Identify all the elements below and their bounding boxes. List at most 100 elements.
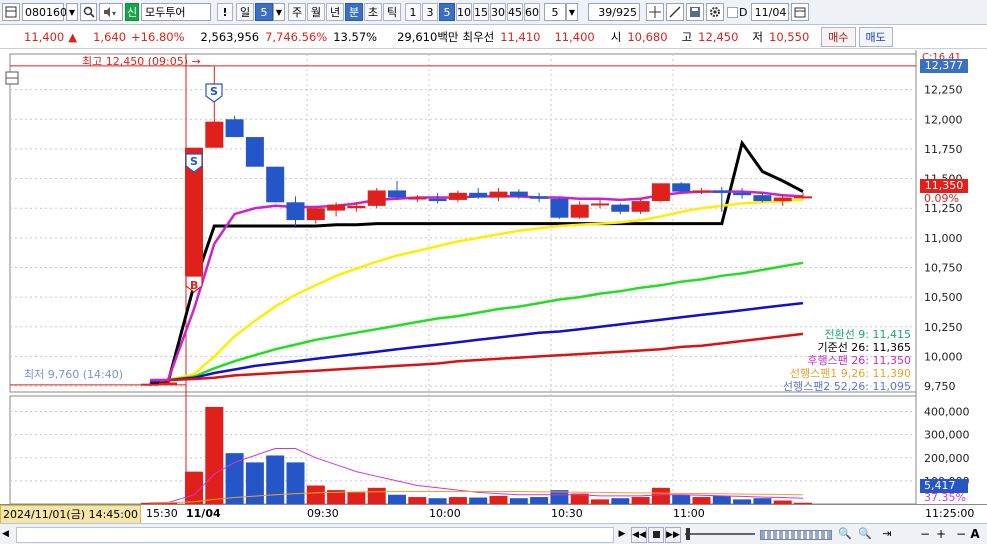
volume-tick-label: 400,000: [924, 406, 970, 419]
candle-body: [591, 203, 609, 206]
candle-body: [550, 198, 569, 218]
price-tick-label: 12,000: [924, 113, 963, 126]
scroll-left-icon[interactable]: ◀: [2, 527, 14, 541]
interval-30-button[interactable]: 30: [490, 3, 506, 21]
candle-body: [205, 121, 224, 148]
chart-config-icon[interactable]: [2, 3, 20, 21]
candle-body: [794, 196, 812, 199]
trade-amount: 29,610백만: [397, 30, 459, 44]
search-icon[interactable]: [80, 3, 97, 21]
buy-button[interactable]: 매수: [821, 27, 856, 47]
series-line: [149, 301, 804, 383]
candle-body: [753, 195, 772, 202]
price-tick-label: 11,750: [924, 143, 963, 156]
text-icon[interactable]: A: [968, 527, 982, 541]
candle-body: [266, 166, 285, 203]
code-dropdown-icon[interactable]: ▼: [66, 3, 78, 21]
candle-body: [672, 183, 691, 192]
count-input[interactable]: 5: [544, 3, 566, 21]
volume-bar: [489, 495, 508, 504]
turnover: 13.57%: [333, 30, 378, 44]
candle-body: [611, 204, 630, 212]
shrink-icon[interactable]: −: [918, 527, 932, 541]
stock-name-input[interactable]: 모두투어: [141, 3, 211, 21]
legend-entry: 후행스팬 26: 11,350: [807, 354, 911, 367]
interval-select[interactable]: 5: [255, 3, 273, 21]
nav-stop-icon[interactable]: [648, 527, 664, 543]
fit-icon[interactable]: ⇥: [880, 527, 894, 541]
sell-button[interactable]: 매도: [858, 27, 893, 47]
candle-body: [530, 196, 549, 199]
svg-text:▾: ▾: [112, 9, 116, 18]
volume-bar: [367, 487, 386, 504]
d-checkbox-label: D: [739, 5, 748, 19]
calendar-icon[interactable]: [791, 3, 810, 21]
volume-bar: [631, 497, 650, 504]
best-ask: 11,410: [500, 30, 541, 44]
interval-5-button[interactable]: 5: [439, 3, 455, 21]
axis-tick-1100: 11:00: [673, 507, 705, 520]
period-second-button[interactable]: 초: [364, 3, 382, 21]
price-tick-label: 10,250: [924, 321, 963, 334]
axis-left-date: 2024/11/01(금) 14:45:00: [0, 505, 142, 524]
zoom-in-icon[interactable]: 🔍: [858, 527, 872, 541]
series-line: [149, 261, 804, 383]
stock-code-input[interactable]: 080160: [22, 3, 67, 21]
font-size-icon[interactable]: −: [954, 527, 968, 541]
save-icon[interactable]: [686, 3, 704, 21]
price-volume-chart[interactable]: 9,75010,00010,25010,50010,75011,00011,25…: [0, 50, 987, 526]
interval-dropdown-icon[interactable]: ▼: [273, 3, 285, 21]
candle-body: [428, 198, 447, 202]
candle-body: [712, 190, 731, 193]
period-tick-button[interactable]: 틱: [383, 3, 401, 21]
quote-info-bar: 11,400 ▲ 1,640 +16.80% 2,563,956 7,746.5…: [0, 26, 987, 49]
interval-3-button[interactable]: 3: [422, 3, 438, 21]
volume: 2,563,956: [200, 30, 260, 44]
chart-scrollbar[interactable]: ◀ ▶ ◀◀ ▶▶ 🔍 🔍 ⇥ − + − A: [0, 523, 987, 544]
candle-body: [651, 183, 670, 202]
chart-area[interactable]: 9,750 10,000 10,250 10,500 10,750 11,000 11,25…: [0, 50, 987, 526]
period-day-button[interactable]: 일: [236, 3, 254, 21]
price-tick-label: 10,000: [924, 350, 963, 363]
interval-45-button[interactable]: 45: [507, 3, 523, 21]
volume-bar: [306, 485, 325, 504]
speaker-icon[interactable]: ▾: [99, 3, 123, 21]
volume-bar: [245, 462, 264, 504]
alert-button[interactable]: !: [217, 3, 233, 21]
period-year-button[interactable]: 년: [326, 3, 344, 21]
interval-10-button[interactable]: 10: [456, 3, 472, 21]
legend-entry: 전환선 9: 11,415: [824, 328, 911, 341]
draw-tool-icon[interactable]: [666, 3, 684, 21]
interval-1-button[interactable]: 1: [405, 3, 421, 21]
volume-bar: [448, 497, 467, 504]
candle-body: [347, 205, 366, 209]
low-label: 저: [752, 30, 764, 44]
gear-icon[interactable]: [706, 3, 724, 21]
period-week-button[interactable]: 주: [288, 3, 306, 21]
price-tick-label: 11,000: [924, 232, 963, 245]
date-input[interactable]: 11/04: [751, 3, 790, 21]
nav-next-icon[interactable]: ▶: [616, 527, 628, 541]
candle-body: [408, 197, 427, 200]
interval-60-button[interactable]: 60: [524, 3, 540, 21]
range-bar-icon[interactable]: [760, 530, 832, 540]
axis-right-time: 11:25:00: [925, 507, 975, 520]
interval-15-button[interactable]: 15: [473, 3, 489, 21]
nav-forward-icon[interactable]: ▶▶: [665, 527, 681, 543]
zoom-slider-thumb[interactable]: [686, 528, 690, 540]
zoom-slider[interactable]: [685, 533, 755, 535]
period-minute-button[interactable]: 분: [345, 3, 363, 21]
volume-bar: [672, 494, 691, 504]
expand-icon[interactable]: +: [934, 527, 948, 541]
date-value: 11/04: [754, 5, 787, 19]
axis-tick-1530: 15:30: [146, 507, 178, 520]
period-month-button[interactable]: 월: [307, 3, 325, 21]
d-checkbox[interactable]: [727, 6, 738, 18]
price-tick-label: 9,750: [924, 380, 956, 393]
candle-body: [692, 190, 711, 193]
zoom-out-icon[interactable]: 🔍: [838, 527, 852, 541]
crosshair-icon[interactable]: [646, 3, 664, 21]
nav-rewind-icon[interactable]: ◀◀: [631, 527, 647, 543]
scroll-track[interactable]: [16, 527, 614, 543]
count-dropdown-icon[interactable]: ▼: [566, 3, 578, 21]
